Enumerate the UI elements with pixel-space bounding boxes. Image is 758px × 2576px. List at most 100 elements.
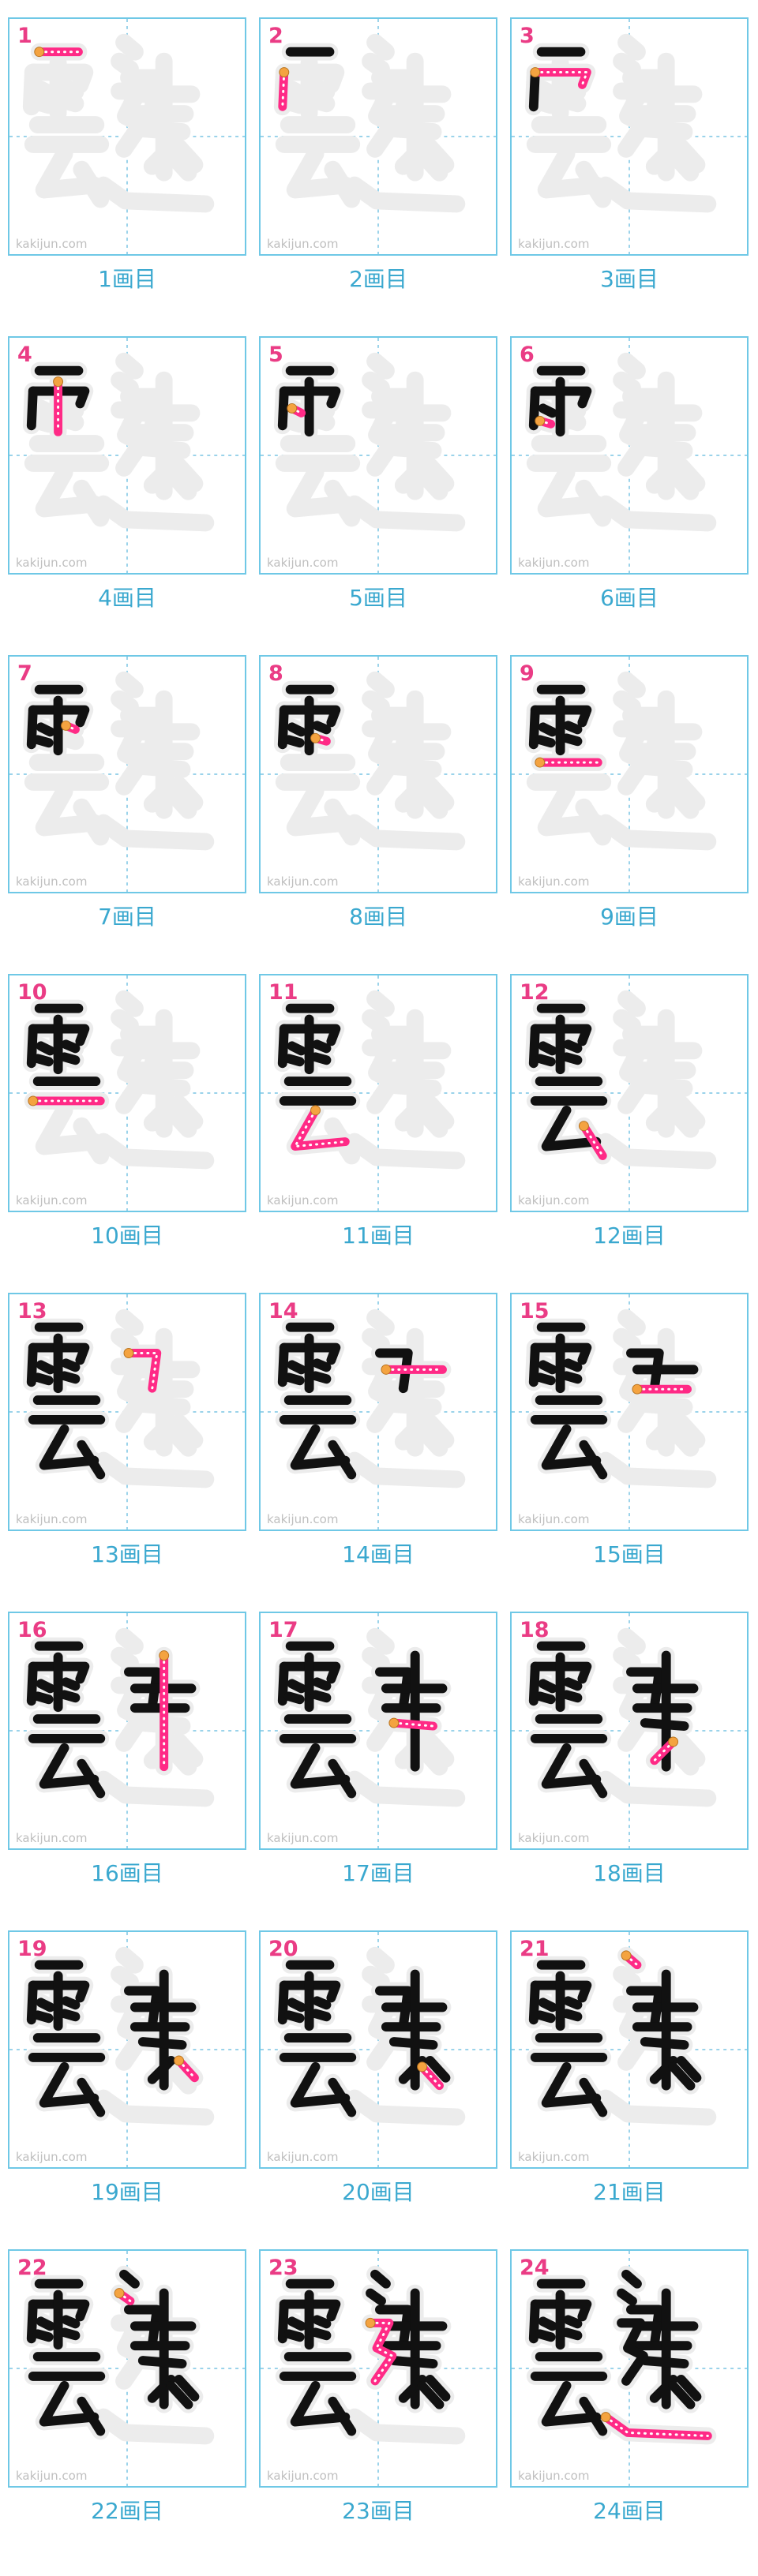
- completed-stroke: [61, 1358, 81, 1372]
- stroke-label: 16画目: [91, 1860, 163, 1886]
- watermark: kakijun.com: [518, 556, 590, 570]
- stroke-number: 18: [520, 1618, 550, 1642]
- watermark: kakijun.com: [16, 1193, 88, 1208]
- stroke-number: 7: [17, 661, 32, 686]
- stroke-diagram: [9, 1294, 245, 1530]
- stroke-box: 9 kakijun.com: [510, 655, 749, 893]
- stroke-frame: 16 kakijun.com 16画目: [8, 1594, 246, 1910]
- stroke-diagram: [512, 657, 747, 892]
- stroke-number: 12: [520, 980, 550, 1005]
- stroke-number: 20: [268, 1937, 298, 1961]
- stroke-start-dot: [28, 1095, 39, 1106]
- stroke-frame: 21 kakijun.com 21画目: [510, 1913, 749, 2229]
- completed-stroke: [32, 1691, 54, 1705]
- watermark: kakijun.com: [16, 2469, 88, 2483]
- completed-stroke: [312, 2315, 332, 2329]
- watermark: kakijun.com: [16, 2150, 88, 2164]
- completed-stroke: [563, 721, 583, 735]
- completed-stroke: [561, 733, 583, 747]
- completed-stroke: [563, 1039, 583, 1054]
- stroke-diagram: [512, 1294, 747, 1530]
- completed-stroke: [538, 1679, 557, 1694]
- stroke-number: 13: [17, 1299, 47, 1324]
- stroke-label: 5画目: [349, 585, 407, 611]
- stroke-box: 16 kakijun.com: [8, 1612, 246, 1850]
- completed-stroke: [561, 1690, 583, 1703]
- watermark: kakijun.com: [267, 874, 339, 889]
- completed-stroke: [26, 1342, 38, 1387]
- stroke-number: 3: [520, 24, 535, 48]
- stroke-start-dot: [530, 67, 541, 78]
- stroke-box: 18 kakijun.com: [510, 1612, 749, 1850]
- stroke-box: 3 kakijun.com: [510, 17, 749, 256]
- stroke-start-dot: [621, 1950, 632, 1961]
- completed-stroke: [563, 1996, 583, 2010]
- completed-stroke: [535, 1691, 556, 1705]
- stroke-diagram: [512, 1932, 747, 2167]
- completed-stroke: [137, 2356, 187, 2368]
- stroke-start-dot: [53, 376, 64, 388]
- completed-stroke: [535, 735, 556, 748]
- completed-stroke: [36, 1041, 55, 1056]
- stroke-number: 17: [268, 1618, 298, 1642]
- completed-stroke: [563, 1677, 583, 1691]
- stroke-frame: 1 kakijun.com 1画目: [8, 0, 246, 316]
- stroke-frame: 22 kakijun.com 22画目: [8, 2232, 246, 2548]
- completed-stroke: [640, 1718, 689, 1731]
- stroke-diagram: [261, 19, 496, 254]
- stroke-diagram: [512, 975, 747, 1211]
- completed-stroke: [538, 1041, 557, 1056]
- completed-stroke: [561, 1371, 583, 1384]
- completed-stroke: [137, 2037, 187, 2050]
- completed-stroke: [561, 1052, 583, 1065]
- completed-stroke: [283, 1054, 305, 1067]
- stroke-box: 15 kakijun.com: [510, 1293, 749, 1531]
- stroke-frame: 8 kakijun.com 8画目: [259, 638, 497, 953]
- stroke-box: 7 kakijun.com: [8, 655, 246, 893]
- completed-stroke: [538, 722, 557, 737]
- completed-stroke: [277, 2299, 289, 2344]
- completed-stroke: [538, 1998, 557, 2012]
- stroke-start-dot: [279, 67, 290, 78]
- stroke-number: 1: [17, 24, 32, 48]
- completed-stroke: [535, 1372, 556, 1386]
- stroke-box: 14 kakijun.com: [259, 1293, 497, 1531]
- completed-stroke: [26, 2299, 38, 2344]
- completed-stroke: [640, 2037, 689, 2050]
- stroke-label: 11画目: [342, 1222, 415, 1249]
- stroke-label: 15画目: [593, 1541, 666, 1567]
- watermark: kakijun.com: [267, 237, 339, 251]
- completed-stroke: [277, 1980, 289, 2025]
- stroke-number: 19: [17, 1937, 47, 1961]
- completed-stroke: [310, 1690, 332, 1703]
- completed-stroke: [312, 1039, 332, 1054]
- stroke-diagram: [9, 338, 245, 573]
- completed-stroke: [26, 386, 38, 431]
- stroke-label: 24画目: [593, 2498, 666, 2524]
- stroke-diagram: [9, 2251, 245, 2486]
- stroke-start-dot: [535, 415, 546, 426]
- completed-stroke: [59, 2327, 81, 2341]
- stroke-frame: 20 kakijun.com 20画目: [259, 1913, 497, 2229]
- stroke-diagram: [261, 1613, 496, 1848]
- completed-stroke: [388, 2037, 438, 2050]
- stroke-box: 23 kakijun.com: [259, 2249, 497, 2488]
- stroke-label: 23画目: [342, 2498, 415, 2524]
- watermark: kakijun.com: [16, 237, 88, 251]
- completed-stroke: [287, 2316, 306, 2331]
- stroke-diagram: [261, 2251, 496, 2486]
- completed-stroke: [528, 705, 540, 750]
- stroke-start-dot: [123, 1348, 134, 1358]
- completed-stroke: [59, 2009, 81, 2022]
- stroke-start-dot: [535, 757, 546, 768]
- stroke-frame: 17 kakijun.com 17画目: [259, 1594, 497, 1910]
- stroke-frame: 4 kakijun.com 4画目: [8, 319, 246, 635]
- watermark: kakijun.com: [267, 1193, 339, 1208]
- stroke-box: 22 kakijun.com: [8, 2249, 246, 2488]
- completed-stroke: [277, 1024, 289, 1069]
- stroke-label: 9画目: [600, 904, 659, 930]
- stroke-label: 10画目: [91, 1222, 163, 1249]
- stroke-box: 1 kakijun.com: [8, 17, 246, 256]
- stroke-diagram: [9, 19, 245, 254]
- completed-stroke: [59, 1052, 81, 1065]
